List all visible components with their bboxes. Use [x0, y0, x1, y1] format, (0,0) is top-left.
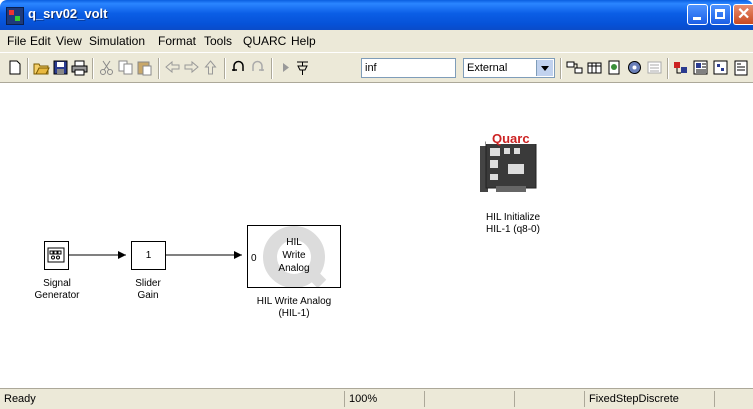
copy-icon[interactable] [117, 59, 134, 76]
minimize-icon [693, 17, 701, 20]
menu-simulation[interactable]: Simulation [89, 34, 145, 48]
model-advisor-icon[interactable] [712, 59, 729, 76]
status-text: Ready [4, 393, 36, 405]
svg-text:Quarc: Quarc [492, 131, 530, 146]
menu-bar: File Edit View Simulation Format Tools Q… [0, 30, 753, 52]
status-bar: Ready 100% FixedStepDiscrete [0, 388, 753, 409]
menu-view[interactable]: View [56, 34, 82, 48]
stop-time-input[interactable]: inf [361, 58, 456, 78]
up-icon[interactable] [202, 59, 219, 76]
maximize-icon [715, 9, 725, 19]
hil-write-analog-label: HIL Write Analog (HIL-1) [256, 296, 332, 319]
menu-tools[interactable]: Tools [204, 34, 232, 48]
arrow-icon [118, 251, 126, 259]
menu-help[interactable]: Help [291, 34, 316, 48]
save-icon[interactable] [52, 59, 69, 76]
signal-generator-icon [47, 247, 65, 263]
hil-initialize-block[interactable]: Quarc [472, 128, 554, 206]
connect-icon[interactable] [646, 59, 663, 76]
hil-write-analog-block[interactable]: 0 HIL Write Analog [247, 225, 341, 288]
chevron-down-icon[interactable] [536, 60, 553, 76]
open-icon[interactable] [33, 59, 50, 76]
status-cell-empty-1 [424, 391, 514, 407]
status-cell-empty-2 [514, 391, 584, 407]
start-icon[interactable] [277, 59, 294, 76]
menu-format[interactable]: Format [158, 34, 196, 48]
slider-gain-block[interactable]: 1 [131, 241, 166, 270]
hil-write-analog-text: HIL Write Analog [278, 237, 310, 274]
arrow-icon [234, 251, 242, 259]
paste-icon[interactable] [136, 59, 153, 76]
solver-name: FixedStepDiscrete [584, 391, 714, 407]
forward-icon[interactable] [183, 59, 200, 76]
maximize-button[interactable] [710, 4, 731, 25]
simulation-mode-value: External [467, 62, 508, 74]
model-explorer-icon[interactable] [606, 59, 623, 76]
signal-generator-block[interactable] [44, 241, 69, 270]
library-browser-icon[interactable] [692, 59, 709, 76]
build-icon[interactable] [566, 59, 583, 76]
zoom-level: 100% [344, 391, 424, 407]
close-icon: ✕ [737, 6, 751, 23]
menu-quarc[interactable]: QUARC [243, 34, 286, 48]
menu-edit[interactable]: Edit [30, 34, 51, 48]
close-button[interactable]: ✕ [733, 4, 753, 25]
toolbar: inf External [0, 52, 753, 83]
cut-icon[interactable] [98, 59, 115, 76]
minimize-button[interactable] [687, 4, 708, 25]
undo-icon[interactable] [230, 59, 247, 76]
library-icon[interactable] [586, 59, 603, 76]
simulation-mode-select[interactable]: External [463, 58, 555, 78]
signal-generator-label: Signal Generator [34, 278, 80, 301]
slider-gain-value: 1 [145, 250, 152, 261]
menu-file[interactable]: File [7, 34, 26, 48]
slider-gain-label: Slider Gain [135, 278, 161, 301]
signal-lines [69, 251, 242, 259]
simulink-model-icon[interactable] [6, 7, 24, 25]
redo-icon[interactable] [249, 59, 266, 76]
quarc-card-icon: Quarc [480, 131, 538, 192]
status-cell-empty-3 [714, 391, 753, 407]
print-icon[interactable] [71, 59, 88, 76]
debug-icon[interactable] [626, 59, 643, 76]
back-icon[interactable] [164, 59, 181, 76]
new-model-icon[interactable] [6, 59, 23, 76]
window-title: q_srv02_volt [28, 6, 108, 21]
title-bar[interactable]: q_srv02_volt ✕ [0, 0, 753, 30]
model-canvas[interactable]: Signal Generator 1 Slider Gain 0 HIL Write A… [0, 83, 753, 387]
stop-icon[interactable] [294, 59, 311, 76]
external-mode-icon[interactable] [672, 59, 689, 76]
data-inspector-icon[interactable] [732, 59, 749, 76]
hil-initialize-label: HIL Initialize HIL-1 (q8-0) [485, 212, 541, 235]
